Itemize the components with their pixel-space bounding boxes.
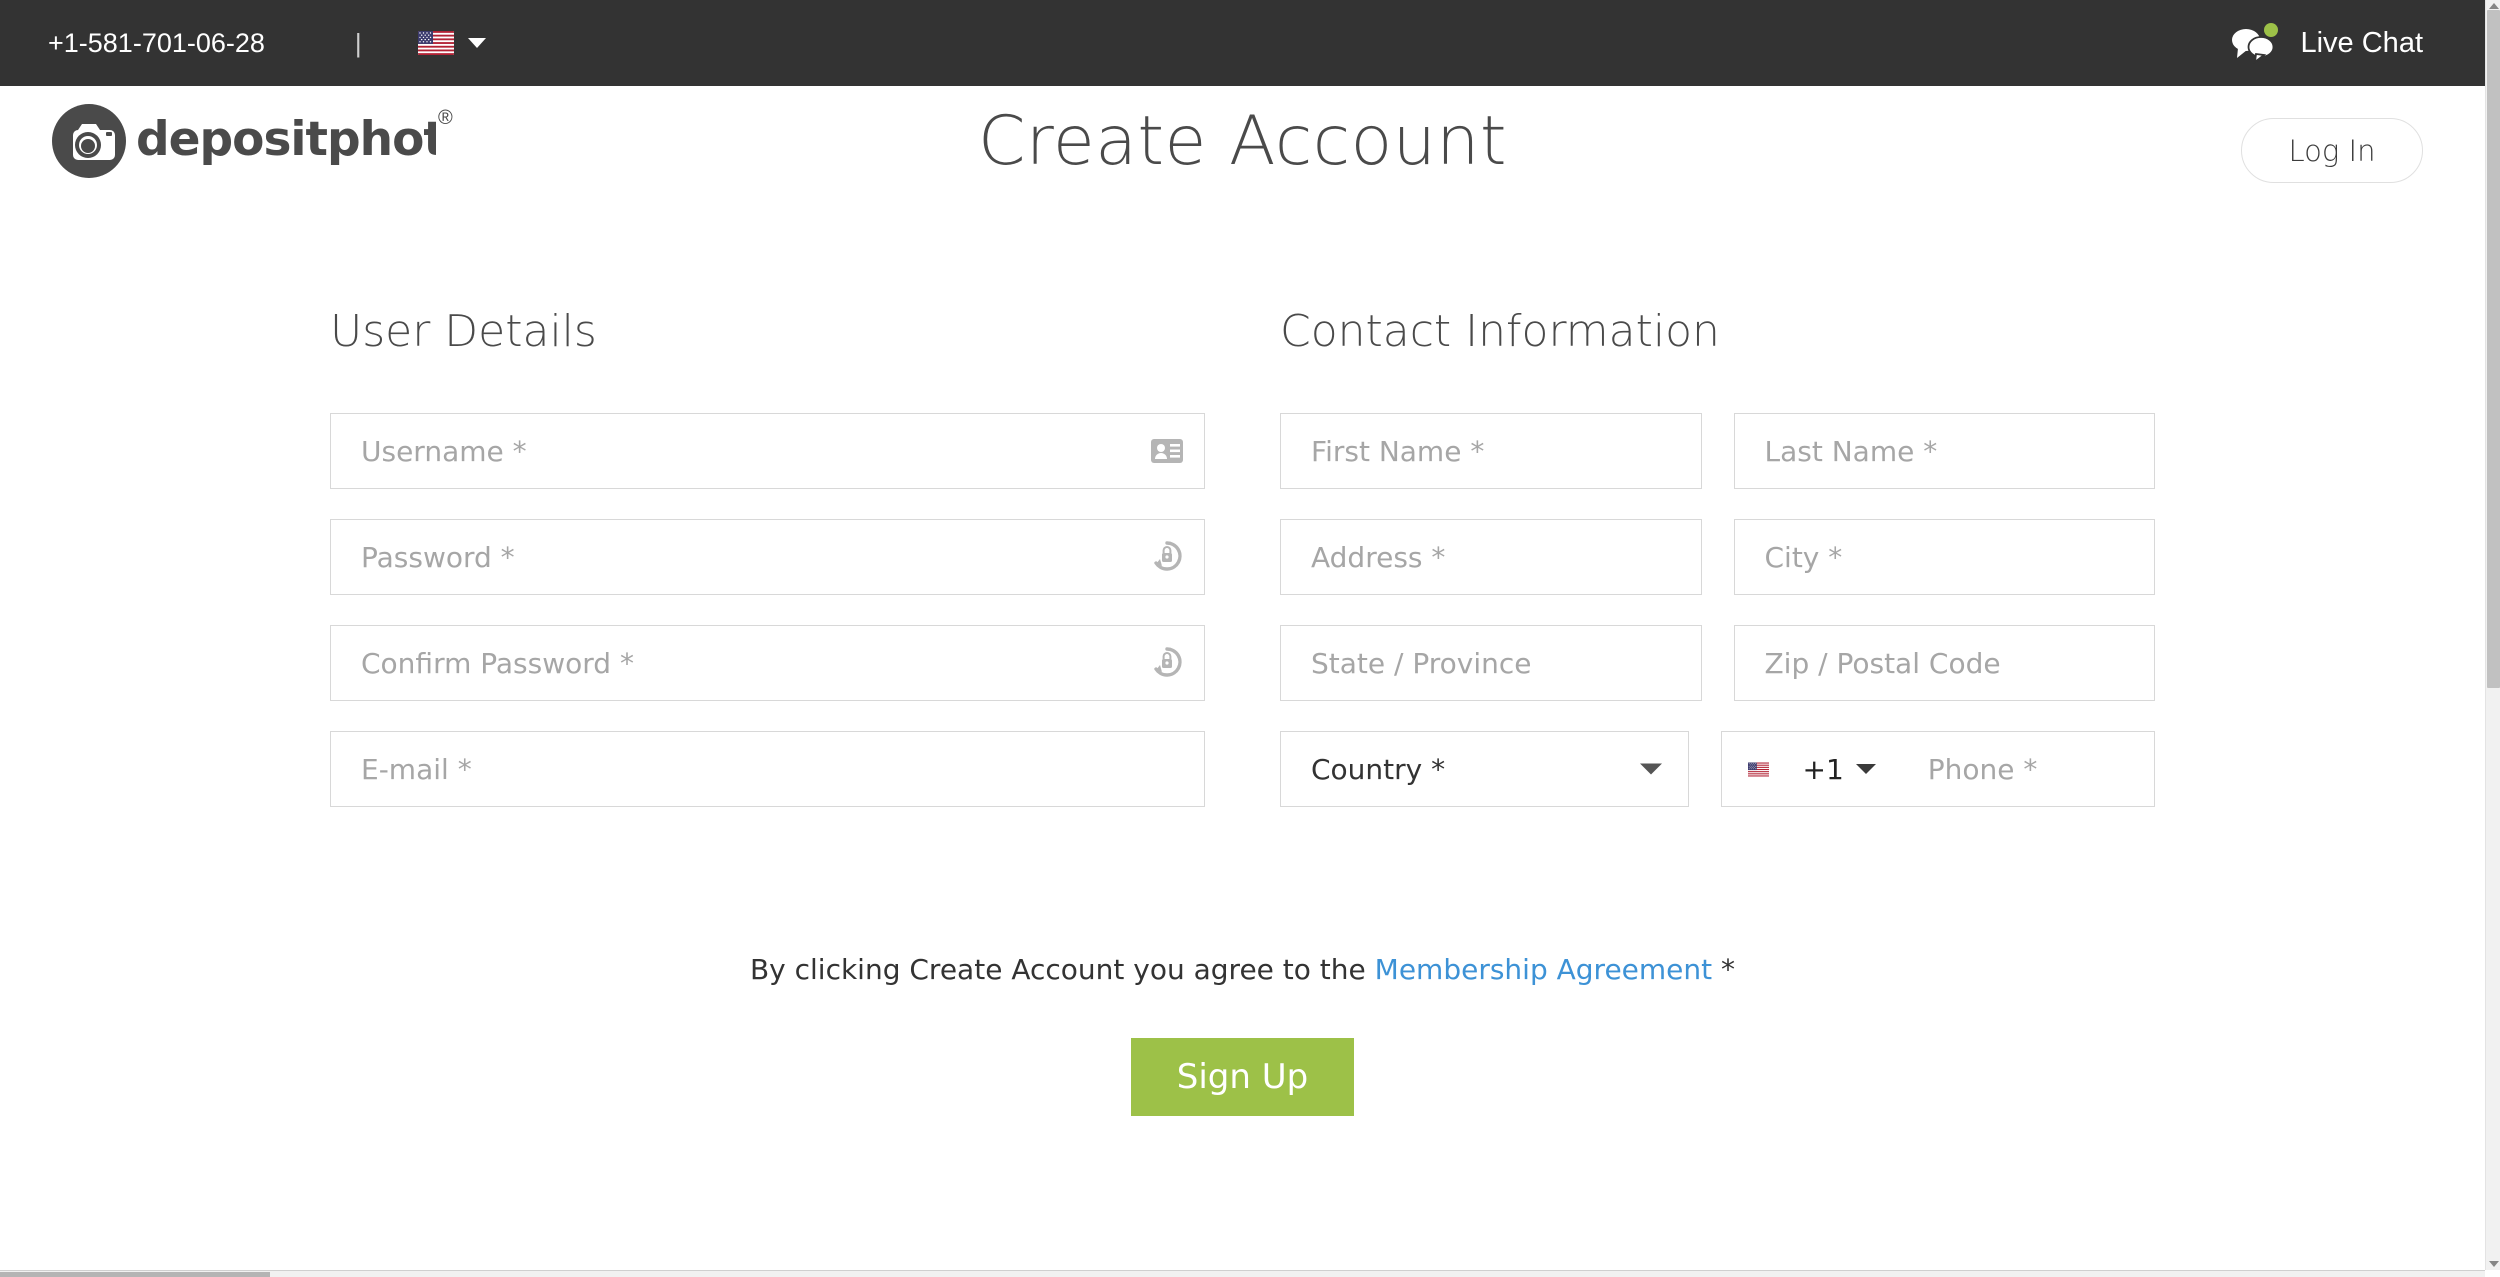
chevron-down-icon[interactable] [1855,764,1876,774]
name-row [1280,413,2155,489]
country-select-value: Country * [1311,752,1446,786]
city-field[interactable] [1733,519,2155,595]
address-row [1280,519,2155,595]
signup-form: User Details Username * E-mail * Contact… [0,196,2485,1116]
username-row [330,413,1205,489]
contact-information-column: Contact Information First Name * Last Na… [1280,196,2155,837]
username-field[interactable] [330,413,1205,489]
chevron-down-icon [1639,763,1662,775]
top-utility-bar: +1-581-701-06-28 | Live Chat [0,0,2485,86]
user-details-heading: User Details [330,306,597,357]
us-flag-icon [1747,762,1769,776]
chat-bubbles-icon [2230,22,2282,65]
zip-postal-code-input[interactable] [1734,626,2154,700]
phone-dial-code[interactable]: +1 [1803,753,1844,786]
username-input[interactable] [331,414,1204,488]
live-chat-button[interactable]: Live Chat [2230,22,2485,65]
vertical-scrollbar-thumb[interactable] [2487,10,2500,688]
confirm-password-input[interactable] [331,626,1204,700]
state-zip-row [1280,625,2155,701]
page-root: +1-581-701-06-28 | Live Chat depositphot… [0,0,2500,1277]
form-columns: User Details Username * E-mail * Contact… [0,196,2485,837]
phone-input[interactable] [1897,732,2154,806]
site-header: depositphotos ® Create Account Log In [0,86,2485,196]
address-field[interactable] [1280,519,1702,595]
horizontal-scrollbar-thumb[interactable] [0,1272,270,1277]
country-phone-row: Country * +1 Phone * [1280,731,2155,807]
scroll-up-arrow-icon[interactable] [2489,3,2499,9]
password-input[interactable] [331,520,1204,594]
email-input[interactable] [331,732,1204,806]
agreement-prefix: By clicking Create Account you agree to … [749,953,1375,986]
sign-up-button[interactable]: Sign Up [1130,1038,1355,1116]
page-title: Create Account [977,102,1508,181]
scroll-down-arrow-icon[interactable] [2489,1261,2499,1267]
agreement-suffix: * [1712,953,1736,986]
state-province-field[interactable] [1280,625,1702,701]
language-selector[interactable] [417,31,486,55]
country-select[interactable]: Country * [1280,731,1689,807]
membership-agreement-text: By clicking Create Account you agree to … [0,953,2485,986]
state-province-input[interactable] [1281,626,1701,700]
topbar-left-group: +1-581-701-06-28 | [0,28,486,59]
address-input[interactable] [1281,520,1701,594]
last-name-field[interactable] [1733,413,2155,489]
phone-field[interactable]: +1 [1720,731,2155,807]
log-in-button[interactable]: Log In [2241,118,2423,183]
confirm-password-row [330,625,1205,701]
user-details-column: User Details [330,196,1205,837]
last-name-input[interactable] [1734,414,2154,488]
membership-agreement-link[interactable]: Membership Agreement [1375,953,1712,986]
first-name-input[interactable] [1281,414,1701,488]
first-name-field[interactable] [1280,413,1702,489]
contact-information-heading: Contact Information [1280,306,1720,357]
vertical-scrollbar[interactable] [2485,0,2500,1270]
support-phone-number[interactable]: +1-581-701-06-28 [48,28,265,59]
live-chat-label: Live Chat [2300,26,2423,59]
password-row [330,519,1205,595]
email-field[interactable] [330,731,1205,807]
signup-button-wrap: Sign Up [0,1038,2485,1116]
us-flag-icon [417,31,454,55]
chevron-down-icon [467,38,486,48]
email-row [330,731,1205,807]
password-field[interactable] [330,519,1205,595]
horizontal-scrollbar[interactable] [0,1270,2485,1277]
topbar-divider: | [354,27,362,58]
confirm-password-field[interactable] [330,625,1205,701]
city-input[interactable] [1734,520,2154,594]
zip-postal-code-field[interactable] [1733,625,2155,701]
